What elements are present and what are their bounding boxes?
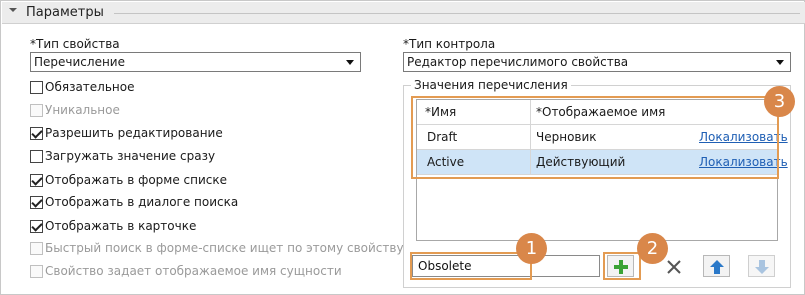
- checkbox-label: Отображать в форме списке: [45, 173, 228, 187]
- checkbox-unchecked[interactable]: [30, 150, 43, 163]
- checkbox-unchecked: [30, 265, 43, 278]
- checkbox-label: Быстрый поиск в форме-списке ищет по это…: [45, 241, 404, 255]
- callout-highlight-2: [603, 252, 641, 280]
- checkbox-checked[interactable]: [30, 220, 43, 233]
- checkbox-checked[interactable]: [30, 174, 43, 187]
- checkbox-label: Разрешить редактирование: [45, 126, 223, 140]
- control-type-label: *Тип контрола: [403, 37, 496, 51]
- checkbox-unchecked: [30, 242, 43, 255]
- checkbox-label: Загружать значение сразу: [45, 149, 216, 163]
- collapse-arrow-icon[interactable]: [9, 8, 17, 12]
- checkbox-label: Свойство задает отображаемое имя сущност…: [45, 264, 342, 278]
- callout-badge-1: 1: [516, 233, 547, 264]
- chevron-down-icon: [346, 60, 354, 65]
- checkbox-unchecked: [30, 104, 43, 117]
- panel-title: Параметры: [26, 5, 104, 20]
- chevron-down-icon: [776, 60, 784, 65]
- property-type-select[interactable]: Перечисление: [30, 52, 361, 72]
- panel-header[interactable]: Параметры: [2, 2, 805, 24]
- arrow-up-icon: [710, 260, 724, 274]
- callout-highlight-3: [411, 96, 779, 179]
- checkbox-label: Уникальное: [45, 103, 120, 117]
- checkbox-checked[interactable]: [30, 127, 43, 140]
- checkbox-checked[interactable]: [30, 196, 43, 209]
- callout-badge-2: 2: [637, 233, 668, 264]
- move-down-button[interactable]: [748, 255, 775, 277]
- control-type-select[interactable]: Редактор перечислимого свойства: [403, 52, 791, 72]
- arrow-down-icon: [755, 260, 769, 274]
- property-type-value: Перечисление: [34, 55, 125, 69]
- enum-values-group-title: Значения перечисления: [411, 78, 571, 92]
- checkbox-label: Отображать в карточке: [45, 219, 197, 233]
- callout-highlight-1: [410, 252, 532, 280]
- close-icon: [667, 260, 681, 274]
- checkbox-unchecked[interactable]: [30, 81, 43, 94]
- callout-badge-3: 3: [764, 86, 795, 117]
- checkbox-label: Отображать в диалоге поиска: [45, 195, 239, 209]
- control-type-value: Редактор перечислимого свойства: [407, 55, 629, 69]
- move-up-button[interactable]: [703, 255, 730, 277]
- checkbox-label: Обязательное: [45, 80, 135, 94]
- property-type-label: *Тип свойства: [30, 37, 120, 51]
- header-divider: [114, 13, 800, 14]
